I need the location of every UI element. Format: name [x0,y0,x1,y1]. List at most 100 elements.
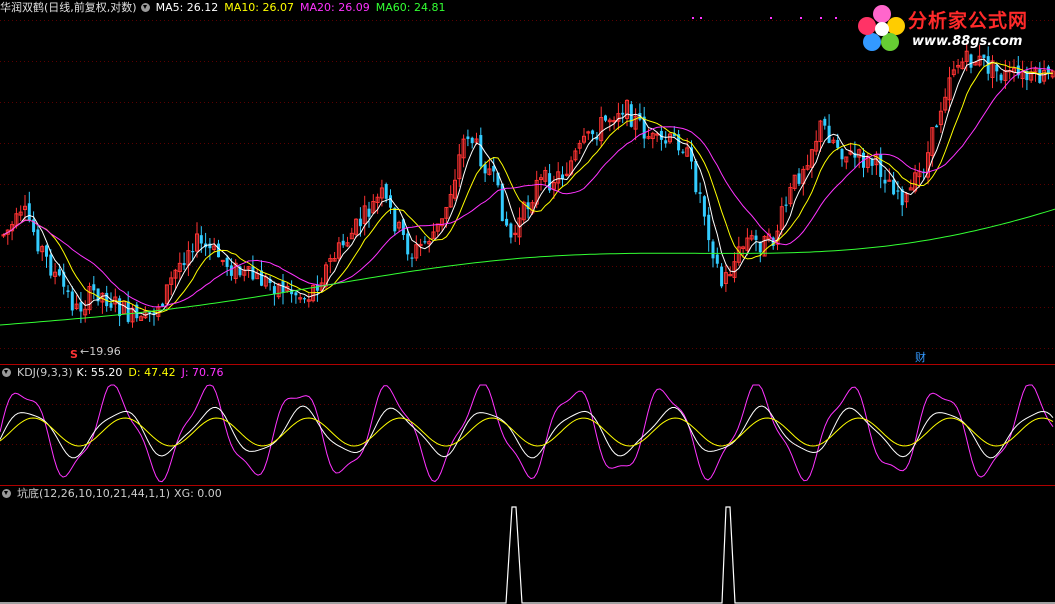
candle-body [483,164,487,174]
indicator-menu-icon[interactable] [140,3,150,12]
candle-body [784,204,788,206]
ma5-line [3,58,1053,316]
candle-body [367,208,371,217]
candle-body [797,173,801,184]
watermark-url: www.88gs.com [912,34,1023,49]
candle-body [827,125,831,144]
moving-average-lines [0,17,1055,326]
candle-body [470,137,474,144]
candle-body [92,284,96,291]
candle-body [49,254,53,276]
candle-body [260,270,263,286]
candle-body [191,251,195,253]
low-price-label: ←19.96 [80,345,121,358]
candle-body [251,266,255,280]
candle-body [509,223,513,238]
signal-dot [770,17,772,19]
kdj-panel-header: KDJ(9,3,3) K: 55.20 D: 47.42 J: 70.76 [0,365,230,381]
low-marker: S [70,348,78,361]
candle-body [272,286,276,295]
candle-body [754,235,758,240]
kdj-lines [0,384,1054,483]
main-panel-title: 华润双鹤(日线,前复权,对数) [0,1,137,14]
candle-body [199,235,203,244]
ma60-label: MA60: 24.81 [375,1,446,14]
candle-body [836,140,840,148]
signal-panel-header: 坑底(12,26,10,10,21,44,1,1) XG: 0.00 [0,486,228,502]
candle-body [70,291,74,311]
signal-dot [835,17,837,19]
candle-body [294,292,298,296]
candle-body [406,233,410,255]
candle-body [57,269,61,276]
kdj-k-line [0,405,1054,459]
candle-body [892,179,896,195]
candle-body [823,118,827,126]
kdj-j-line [0,384,1054,483]
candle-body [694,160,698,193]
candle-body [182,263,186,266]
candle-body [1038,69,1042,83]
main-panel-header: 华润双鹤(日线,前复权,对数) MA5: 26.12 MA10: 26.07 MA20… [0,0,451,16]
candle-body [999,74,1003,81]
candle-body [840,149,844,160]
kdj-k-label: K: 55.20 [76,366,123,379]
candle-body [702,196,706,217]
kdj-d-label: D: 47.42 [128,366,176,379]
signal-xg-label: XG: 0.00 [174,487,222,500]
candle-body [229,265,233,276]
signal-menu-icon[interactable] [2,489,11,498]
ma5-label: MA5: 26.12 [155,1,219,14]
flower-logo-icon [858,5,905,51]
candle-body [126,301,130,322]
kdj-menu-icon[interactable] [2,368,11,377]
candle-body [45,245,48,257]
candle-body [358,218,362,227]
kdj-title: KDJ(9,3,3) [17,366,73,379]
signal-dot [800,17,802,19]
candle-body [109,303,113,308]
stock-chart [0,17,1055,604]
candle-body [410,257,414,259]
candle-body [393,207,397,232]
candle-body [466,136,470,140]
candle-body [479,135,483,167]
candle-body [225,257,229,267]
candle-body [711,241,715,259]
candle-body [118,298,122,317]
watermark-logo: 分析家公式网 www.88gs.com [852,0,1052,58]
kdj-d-line [0,417,1054,447]
signal-dot [820,17,822,19]
candle-body [715,254,719,264]
signal-dot [692,17,694,19]
candle-body [621,112,625,115]
candle-body [384,184,388,199]
ma20-label: MA20: 26.09 [300,1,370,14]
ma10-label: MA10: 26.07 [224,1,295,14]
candle-body [505,218,509,226]
candle-body [36,229,40,252]
candle-body [698,192,702,194]
candle-body [27,203,31,221]
candle-body [79,302,83,312]
candle-body [341,240,345,246]
signal-xg-line [0,506,1055,604]
kdj-j-label: J: 70.76 [181,366,224,379]
candle-body [758,241,762,253]
signal-dot [700,17,702,19]
candle-body [896,190,900,192]
ma20-line [3,67,1053,308]
candle-body [423,241,427,243]
candle-body [303,298,306,300]
candle-body [935,125,939,128]
event-marker[interactable]: 财 [915,349,926,365]
candle-body [883,179,887,184]
signal-title: 坑底(12,26,10,10,21,44,1,1) [17,487,171,500]
candle-body [389,195,392,208]
candle-body [591,130,595,135]
candle-body [870,159,874,166]
candle-body [161,303,165,307]
candle-body [720,266,724,287]
candle-body [681,151,685,153]
candle-body [664,140,668,144]
